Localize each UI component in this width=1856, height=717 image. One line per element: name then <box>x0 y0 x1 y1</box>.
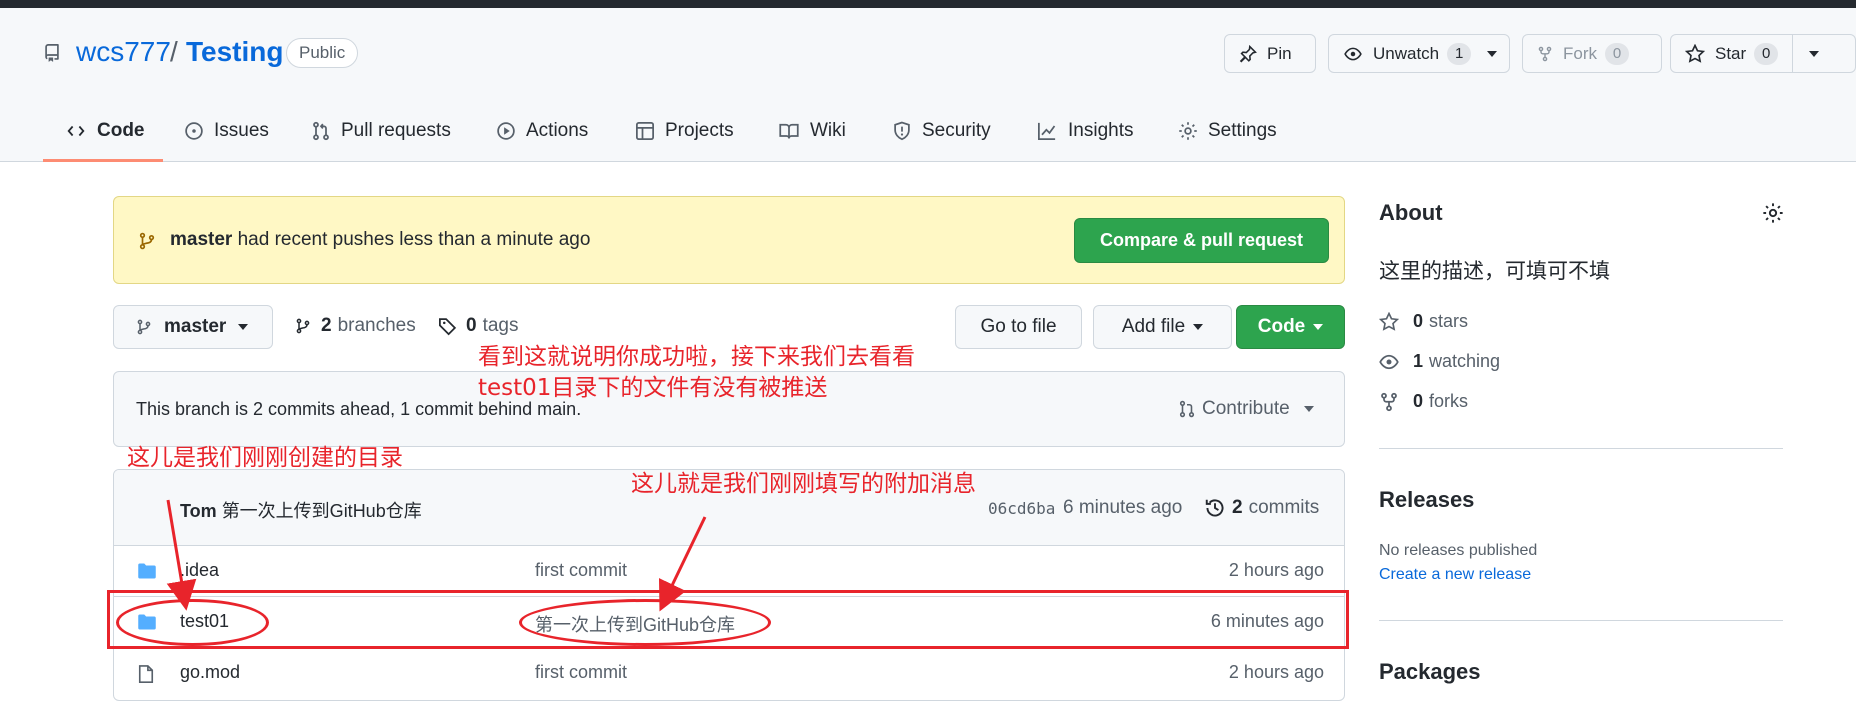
arrow-to-directory <box>166 499 197 611</box>
arrow-to-message <box>658 516 707 612</box>
annotation-arrows <box>166 499 707 612</box>
